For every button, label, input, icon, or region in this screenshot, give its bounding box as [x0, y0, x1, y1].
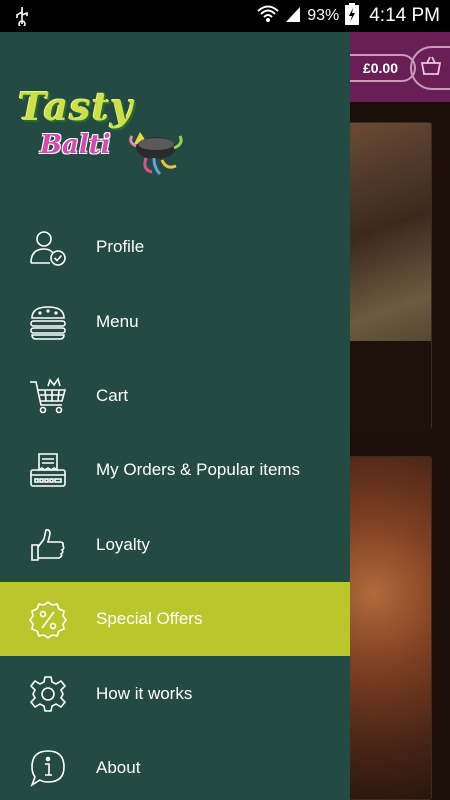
drawer-item-label: My Orders & Popular items: [96, 460, 301, 480]
cart-button[interactable]: [410, 46, 450, 90]
info-icon: [0, 731, 96, 800]
drawer-item-loyalty[interactable]: Loyalty: [0, 508, 350, 582]
cart-icon: [0, 359, 96, 433]
drawer-item-label: Loyalty: [96, 534, 150, 554]
drawer-menu: Profile Menu Cart My Orders & Popular it…: [0, 210, 350, 800]
navigation-drawer: Tasty Balti Profile Menu Cart My Orders …: [0, 32, 350, 800]
usb-icon: [14, 6, 30, 31]
orders-icon: [0, 433, 96, 507]
profile-icon: [0, 210, 96, 284]
logo-text-balti: Balti: [40, 130, 111, 160]
drawer-item-orders[interactable]: My Orders & Popular items: [0, 433, 350, 507]
basket-icon: [419, 54, 443, 83]
drawer-item-label: Special Offers: [96, 609, 203, 629]
menu-burger-icon: [0, 285, 96, 359]
thumbs-up-icon: [0, 508, 96, 582]
logo-text-tasty: Tasty: [18, 84, 134, 129]
food-card-image[interactable]: [348, 122, 432, 431]
signal-icon: [285, 5, 301, 28]
tasty-balti-logo: Tasty Balti: [16, 84, 186, 180]
food-card-image[interactable]: [348, 456, 432, 800]
percent-badge-icon: [0, 582, 96, 656]
drawer-item-label: About: [96, 757, 141, 777]
drawer-item-profile[interactable]: Profile: [0, 210, 350, 284]
status-bar: 93% 4:14 PM: [0, 0, 450, 32]
battery-percent: 93%: [307, 7, 340, 24]
gear-icon: [0, 657, 96, 731]
clock: 4:14 PM: [369, 5, 440, 26]
drawer-item-about[interactable]: About: [0, 731, 350, 800]
drawer-item-label: Profile: [96, 237, 145, 257]
drawer-item-special-offers[interactable]: Special Offers: [0, 581, 350, 657]
balti-pot-icon: [129, 132, 183, 176]
drawer-item-label: Cart: [96, 385, 129, 405]
battery-charging-icon: [345, 2, 360, 30]
drawer-item-label: Menu: [96, 311, 139, 331]
drawer-item-menu[interactable]: Menu: [0, 284, 350, 358]
drawer-item-label: How it works: [96, 683, 193, 703]
drawer-item-how-it-works[interactable]: How it works: [0, 656, 350, 730]
wifi-icon: [257, 5, 279, 28]
drawer-item-cart[interactable]: Cart: [0, 359, 350, 433]
